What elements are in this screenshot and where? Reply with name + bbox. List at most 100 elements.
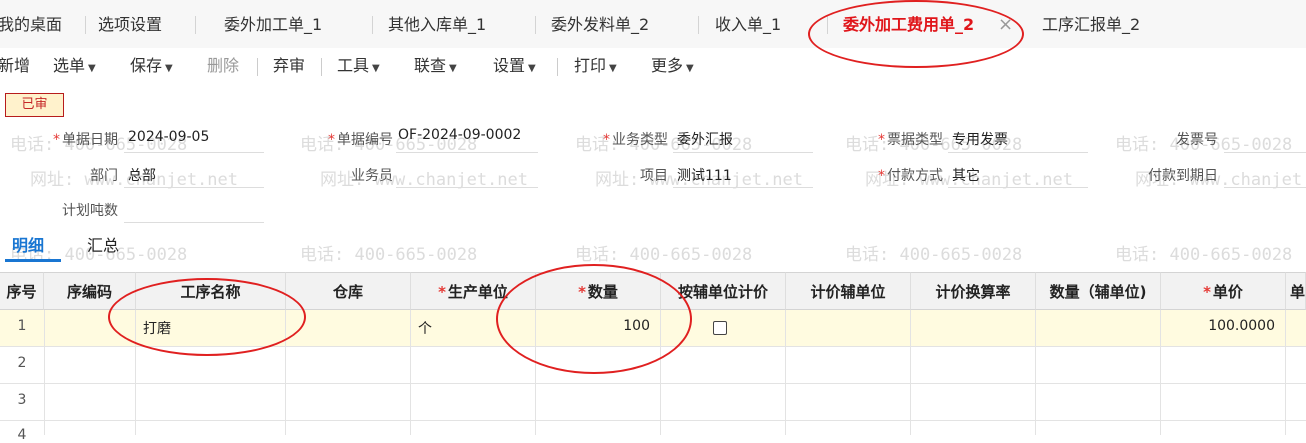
col-header-truncated[interactable]: 单 bbox=[1286, 272, 1306, 310]
document-tab-bar: 我的桌面 选项设置 委外加工单_1 其他入库单_1 委外发料单_2 收入单_1 … bbox=[0, 0, 1306, 49]
tools-dropdown-button[interactable]: 工具 ▼ bbox=[337, 48, 380, 84]
save-label: 保存 bbox=[130, 56, 163, 75]
due-date-label: 付款到期日 bbox=[1148, 168, 1218, 184]
col-header-production-unit[interactable]: * 生产单位 bbox=[411, 272, 536, 310]
new-button[interactable]: 新增 bbox=[0, 48, 30, 84]
grid-line bbox=[785, 310, 786, 435]
payment-label: * 付款方式 bbox=[878, 168, 943, 184]
grid-line bbox=[410, 310, 411, 435]
unapprove-button[interactable]: 弃审 bbox=[273, 48, 305, 84]
grid-line bbox=[44, 310, 45, 435]
toolbar: 新增 选单 ▼ 保存 ▼ 删除 弃审 工具 ▼ 联查 ▼ 设置 ▼ 打印 ▼ 更多 ▼ bbox=[0, 48, 1306, 88]
invoice-type-underline bbox=[948, 152, 1088, 153]
qty-cell[interactable]: 100 bbox=[536, 318, 650, 334]
doc-date-label: * 单据日期 bbox=[53, 132, 118, 148]
project-field[interactable]: 测试111 bbox=[677, 165, 732, 185]
chevron-down-icon: ▼ bbox=[165, 63, 173, 74]
tab-divider bbox=[698, 16, 699, 34]
tab-divider bbox=[85, 16, 86, 34]
salesman-underline bbox=[396, 187, 538, 188]
project-underline bbox=[673, 187, 813, 188]
tab-receipt[interactable]: 收入单_1 bbox=[715, 0, 781, 48]
select-label: 选单 bbox=[53, 56, 86, 75]
tab-outsource-cost[interactable]: 委外加工费用单_2 bbox=[843, 0, 974, 48]
col-header-price-aux-unit[interactable]: 计价辅单位 bbox=[786, 272, 911, 310]
table-row[interactable] bbox=[0, 310, 1306, 347]
chevron-down-icon: ▼ bbox=[528, 63, 536, 74]
chevron-down-icon: ▼ bbox=[449, 63, 457, 74]
watermark-phone-text: 电话: 400-665-0028 bbox=[1115, 245, 1293, 265]
settings-dropdown-button[interactable]: 设置 ▼ bbox=[493, 48, 536, 84]
query-label: 联查 bbox=[414, 56, 447, 75]
more-dropdown-button[interactable]: 更多 ▼ bbox=[651, 48, 694, 84]
doc-date-underline bbox=[124, 152, 264, 153]
col-header-price-by-aux[interactable]: 按辅单位计价 bbox=[661, 272, 786, 310]
price-by-aux-checkbox[interactable] bbox=[713, 321, 727, 335]
tab-outsource-issue[interactable]: 委外发料单_2 bbox=[551, 0, 649, 48]
col-header-no[interactable]: 序号 bbox=[0, 272, 44, 310]
chevron-down-icon: ▼ bbox=[88, 63, 96, 74]
doc-no-field[interactable]: OF-2024-09-0002 bbox=[398, 127, 521, 143]
select-dropdown-button[interactable]: 选单 ▼ bbox=[53, 48, 96, 84]
toolbar-divider bbox=[557, 58, 558, 76]
print-label: 打印 bbox=[574, 56, 607, 75]
watermark-phone-text: 电话: 400-665-0028 bbox=[575, 245, 753, 265]
col-header-warehouse[interactable]: 仓库 bbox=[286, 272, 411, 310]
invoice-no-underline bbox=[1224, 152, 1306, 153]
invoice-no-label: 发票号 bbox=[1176, 132, 1218, 148]
payment-underline bbox=[948, 187, 1088, 188]
print-dropdown-button[interactable]: 打印 ▼ bbox=[574, 48, 617, 84]
tab-detail[interactable]: 明细 bbox=[12, 232, 44, 256]
tools-label: 工具 bbox=[337, 56, 370, 75]
row-number: 2 bbox=[17, 355, 27, 371]
active-tab-indicator bbox=[5, 259, 61, 262]
more-label: 更多 bbox=[651, 56, 684, 75]
col-header-qty[interactable]: * 数量 bbox=[536, 272, 661, 310]
doc-date-field[interactable]: 2024-09-05 bbox=[128, 129, 209, 145]
invoice-type-field[interactable]: 专用发票 bbox=[952, 129, 1008, 149]
watermark-phone-text: 电话: 400-665-0028 bbox=[845, 245, 1023, 265]
invoice-type-label: * 票据类型 bbox=[878, 132, 943, 148]
dept-underline bbox=[124, 187, 264, 188]
table-row[interactable] bbox=[0, 421, 1306, 435]
table-row[interactable] bbox=[0, 384, 1306, 421]
col-header-process-name[interactable]: 工序名称 bbox=[136, 272, 286, 310]
tab-summary[interactable]: 汇总 bbox=[87, 232, 119, 256]
biz-type-label: * 业务类型 bbox=[603, 132, 668, 148]
salesman-label: 业务员 bbox=[351, 168, 393, 184]
tab-options[interactable]: 选项设置 bbox=[98, 0, 162, 48]
col-header-seq-code[interactable]: 序编码 bbox=[44, 272, 136, 310]
settings-label: 设置 bbox=[493, 56, 526, 75]
tab-other-inbound[interactable]: 其他入库单_1 bbox=[388, 0, 486, 48]
close-tab-icon[interactable]: × bbox=[998, 0, 1013, 48]
toolbar-divider bbox=[257, 58, 258, 76]
project-label: 项目 bbox=[640, 168, 668, 184]
col-header-conversion-rate[interactable]: 计价换算率 bbox=[911, 272, 1036, 310]
table-row[interactable] bbox=[0, 347, 1306, 384]
col-header-unit-price[interactable]: * 单价 bbox=[1161, 272, 1286, 310]
unit-price-cell[interactable]: 100.0000 bbox=[1161, 318, 1275, 334]
payment-field[interactable]: 其它 bbox=[952, 165, 980, 185]
save-dropdown-button[interactable]: 保存 ▼ bbox=[130, 48, 173, 84]
grid-line bbox=[135, 310, 136, 435]
grid-line bbox=[910, 310, 911, 435]
watermark-phone-text: 电话: 400-665-0028 bbox=[300, 245, 478, 265]
biz-type-field[interactable]: 委外汇报 bbox=[677, 129, 733, 149]
grid-line bbox=[1285, 310, 1286, 435]
col-header-aux-qty[interactable]: 数量（辅单位) bbox=[1036, 272, 1161, 310]
doc-no-label: * 单据编号 bbox=[328, 132, 393, 148]
dept-field[interactable]: 总部 bbox=[128, 165, 156, 185]
grid-line bbox=[1035, 310, 1036, 435]
process-name-cell[interactable]: 打磨 bbox=[143, 318, 171, 338]
tab-process-report[interactable]: 工序汇报单_2 bbox=[1042, 0, 1140, 48]
tab-outsource-order[interactable]: 委外加工单_1 bbox=[224, 0, 322, 48]
plan-tons-label: 计划吨数 bbox=[62, 203, 118, 219]
grid-line bbox=[660, 310, 661, 435]
biz-type-underline bbox=[673, 152, 813, 153]
row-number: 4 bbox=[17, 427, 27, 443]
query-dropdown-button[interactable]: 联查 ▼ bbox=[414, 48, 457, 84]
delete-button[interactable]: 删除 bbox=[207, 48, 239, 84]
production-unit-cell[interactable]: 个 bbox=[418, 318, 432, 338]
tab-desktop[interactable]: 我的桌面 bbox=[0, 0, 62, 48]
grid-line bbox=[285, 310, 286, 435]
